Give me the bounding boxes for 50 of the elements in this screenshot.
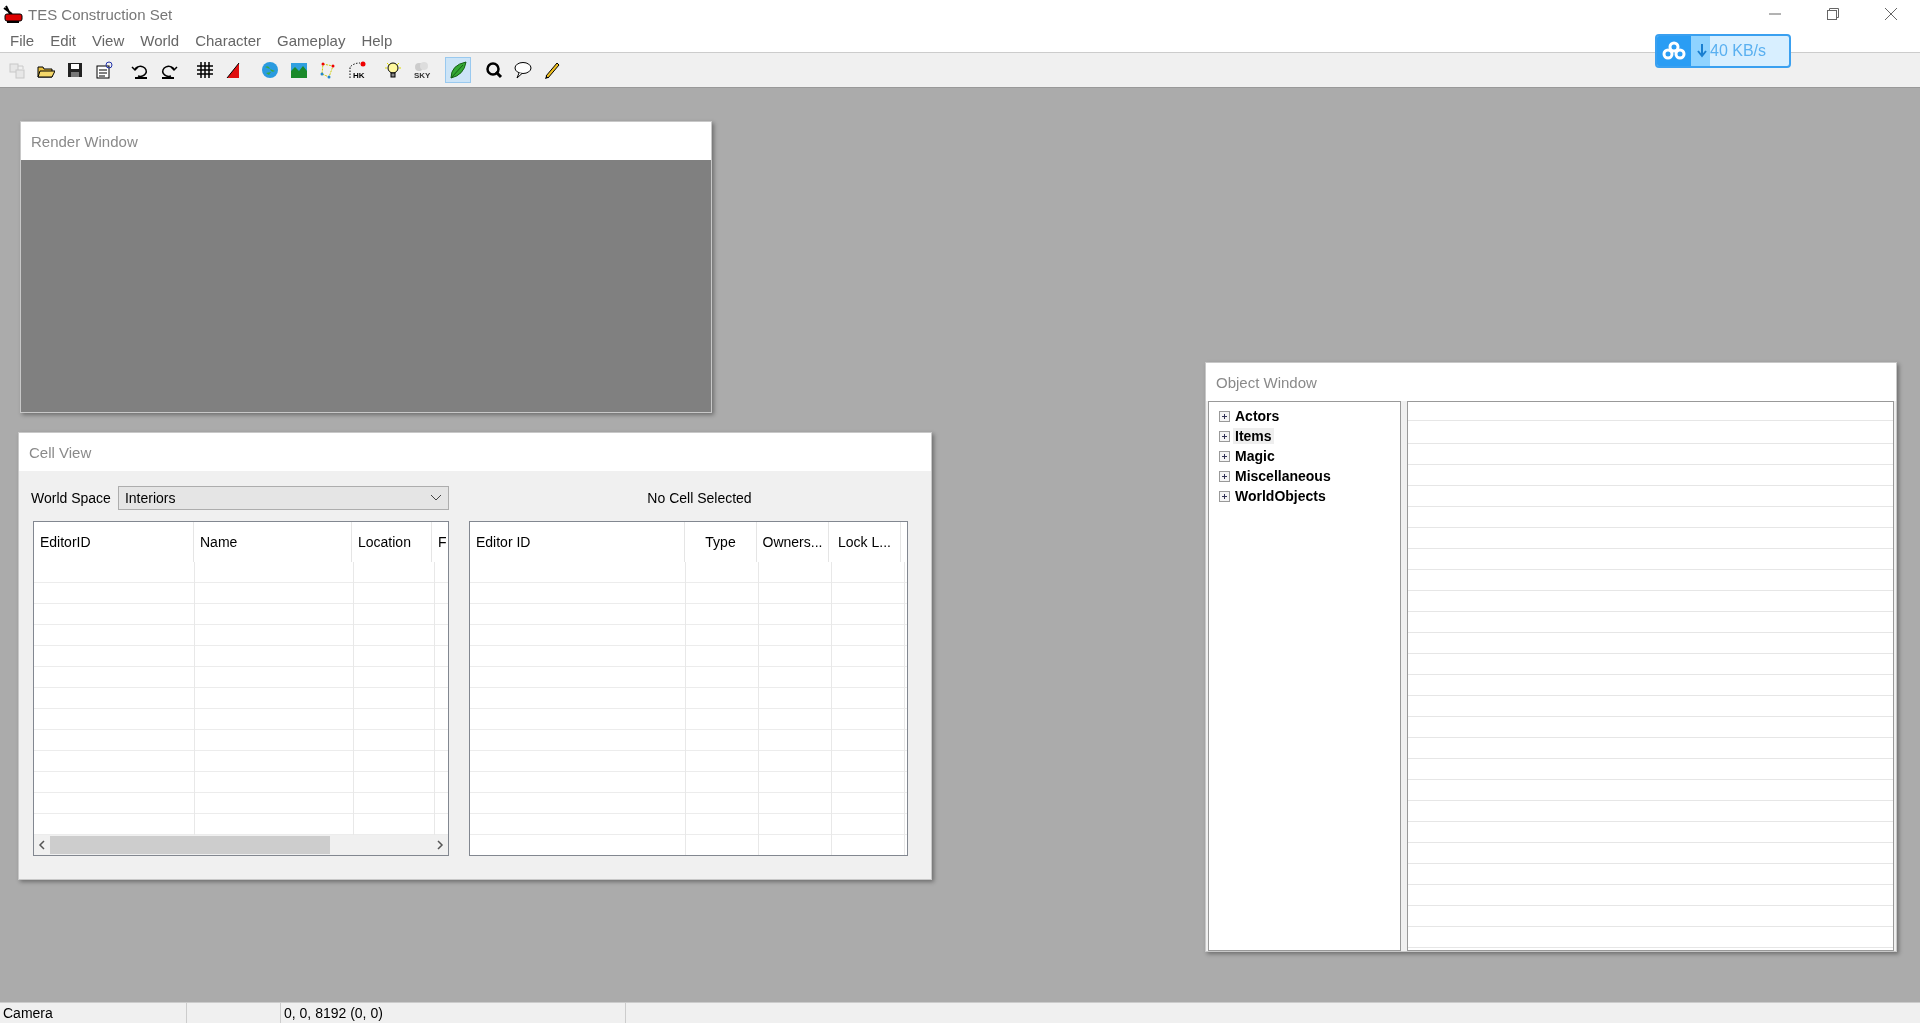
close-icon xyxy=(1885,8,1897,20)
speech-bubble-icon xyxy=(514,61,532,79)
menu-item[interactable]: View xyxy=(84,29,133,51)
window-title: TES Construction Set xyxy=(28,5,174,23)
document-gear-icon xyxy=(95,61,113,79)
tree-item[interactable]: Miscellaneous xyxy=(1233,468,1333,484)
leaf-icon xyxy=(449,61,467,79)
cell-view-title: Cell View xyxy=(29,443,92,461)
menu-item[interactable]: File xyxy=(2,29,43,51)
expand-icon[interactable] xyxy=(1219,490,1230,502)
tree-item[interactable]: Actors xyxy=(1233,408,1282,424)
world-space-dropdown[interactable]: Interiors xyxy=(117,486,449,510)
globe-icon xyxy=(261,61,279,79)
cloud-logo-icon xyxy=(1662,41,1686,61)
light-bulb-icon xyxy=(384,61,402,79)
expand-icon[interactable] xyxy=(1219,430,1230,442)
status-bar-text: 0, 0, 8192 (0, 0) xyxy=(281,1003,626,1023)
object-tree[interactable]: Actors Items Magic Miscellaneous WorldObjects xyxy=(1208,401,1401,951)
render-window-title: Render Window xyxy=(31,132,138,150)
horizontal-scrollbar[interactable] xyxy=(34,835,448,855)
landscape-icon xyxy=(290,61,308,79)
menu-item[interactable]: Character xyxy=(187,29,270,51)
app-icon xyxy=(2,4,24,24)
restore-icon xyxy=(1827,8,1839,20)
expand-icon[interactable] xyxy=(1219,410,1230,422)
search-icon xyxy=(485,61,503,79)
expand-icon[interactable] xyxy=(1219,470,1230,482)
chevron-down-icon xyxy=(429,494,442,502)
menu-item[interactable]: Gameplay xyxy=(269,29,354,51)
download-arrow-icon xyxy=(1697,44,1707,58)
document-stack-icon xyxy=(8,61,26,79)
status-bar-text: Camera xyxy=(0,1003,187,1023)
menu-item[interactable]: World xyxy=(132,29,188,51)
dotted-nodes-icon xyxy=(319,61,337,79)
objects-list[interactable]: Editor ID Type Owners... Lock L... xyxy=(469,521,908,856)
expand-icon[interactable] xyxy=(1219,450,1230,462)
chevron-left-icon xyxy=(38,840,46,850)
pencil-icon xyxy=(543,61,561,79)
object-window-title: Object Window xyxy=(1216,373,1317,391)
chevron-right-icon xyxy=(436,840,444,850)
cells-list[interactable]: EditorID Name Location F xyxy=(33,521,449,856)
menu-item[interactable]: Edit xyxy=(42,29,85,51)
world-space-label: World Space xyxy=(31,490,111,506)
grid-icon xyxy=(196,61,214,79)
menu-item[interactable]: Help xyxy=(353,29,401,51)
download-speed: 40 KB/s xyxy=(1710,42,1767,60)
tree-item[interactable]: Items xyxy=(1233,428,1274,444)
tree-item[interactable]: WorldObjects xyxy=(1233,488,1328,504)
cell-status-text: No Cell Selected xyxy=(646,490,753,506)
tree-item[interactable]: Magic xyxy=(1233,448,1277,464)
